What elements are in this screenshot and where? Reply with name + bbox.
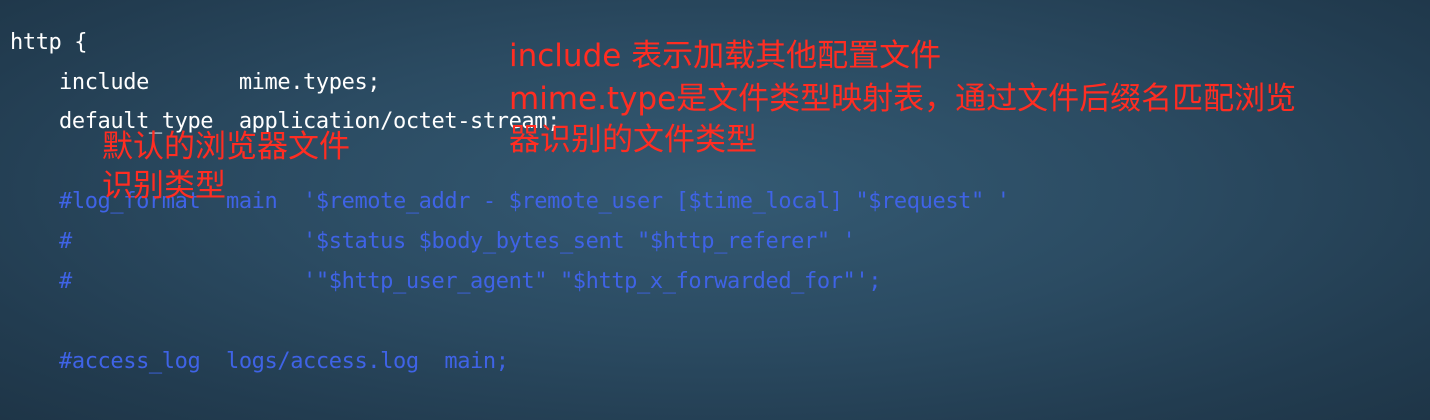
slide: http { include mime.types; default_type … — [0, 0, 1430, 420]
default-type-annotation-line-1: 默认的浏览器文件 — [102, 129, 350, 165]
default-type-annotation-line-2: 识别类型 — [102, 168, 226, 204]
include-annotation-line-1: include 表示加载其他配置文件 — [509, 38, 942, 74]
code-line-http: http { — [10, 30, 88, 55]
include-annotation-line-2: mime.type是文件类型映射表，通过文件后缀名匹配浏览 — [509, 81, 1297, 117]
include-annotation-line-3: 器识别的文件类型 — [509, 122, 757, 158]
code-line-access-log: #access_log logs/access.log main; — [59, 349, 509, 374]
code-line-log-format-3: # '"$http_user_agent" "$http_x_forwarded… — [59, 269, 882, 294]
code-line-log-format-2: # '$status $body_bytes_sent "$http_refer… — [59, 229, 856, 254]
code-line-include: include mime.types; — [59, 70, 381, 95]
